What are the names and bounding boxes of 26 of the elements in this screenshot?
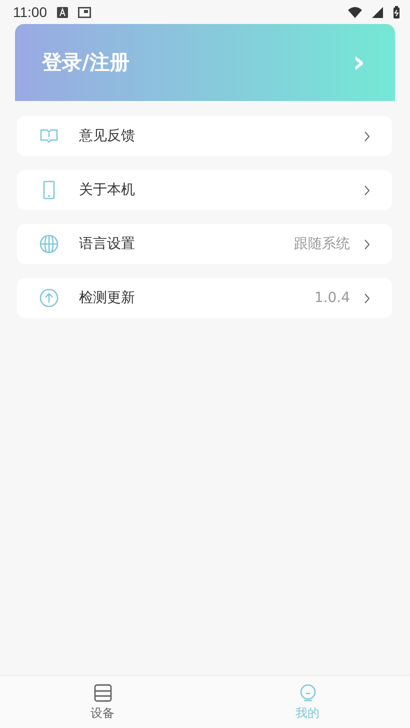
menu-item[interactable]: 检测更新 1.0.4 <box>17 278 392 318</box>
tab-label: 设备 <box>90 704 114 722</box>
login-label: 登录/注册 <box>42 49 130 76</box>
menu-label: 关于本机 <box>79 181 136 199</box>
chevron-icon <box>364 292 370 304</box>
card-icon <box>92 682 112 702</box>
menu-item[interactable]: 语言设置 跟随系统 <box>17 224 392 264</box>
menu-label: 意见反馈 <box>79 127 136 145</box>
menu-value: 跟随系统 <box>294 235 350 253</box>
menu-item[interactable]: 意见反馈 <box>17 116 392 156</box>
signal-icon <box>372 6 383 18</box>
menu-value: 1.0.4 <box>314 290 350 306</box>
battery-icon <box>393 6 400 18</box>
globe-icon <box>39 234 59 254</box>
nav-tab[interactable]: 设备 <box>0 676 205 728</box>
menu-label: 语言设置 <box>79 235 136 253</box>
chevron-icon <box>364 238 370 250</box>
wifi-icon <box>348 6 362 18</box>
status-time: 11:00 <box>13 4 47 20</box>
profile-icon <box>298 682 318 702</box>
menu-item[interactable]: 关于本机 <box>17 170 392 210</box>
chevron-icon <box>364 184 370 196</box>
tab-label: 我的 <box>296 704 320 722</box>
menu-label: 检测更新 <box>79 289 136 307</box>
chevron-icon: › <box>352 48 365 78</box>
chevron-icon <box>364 130 370 142</box>
